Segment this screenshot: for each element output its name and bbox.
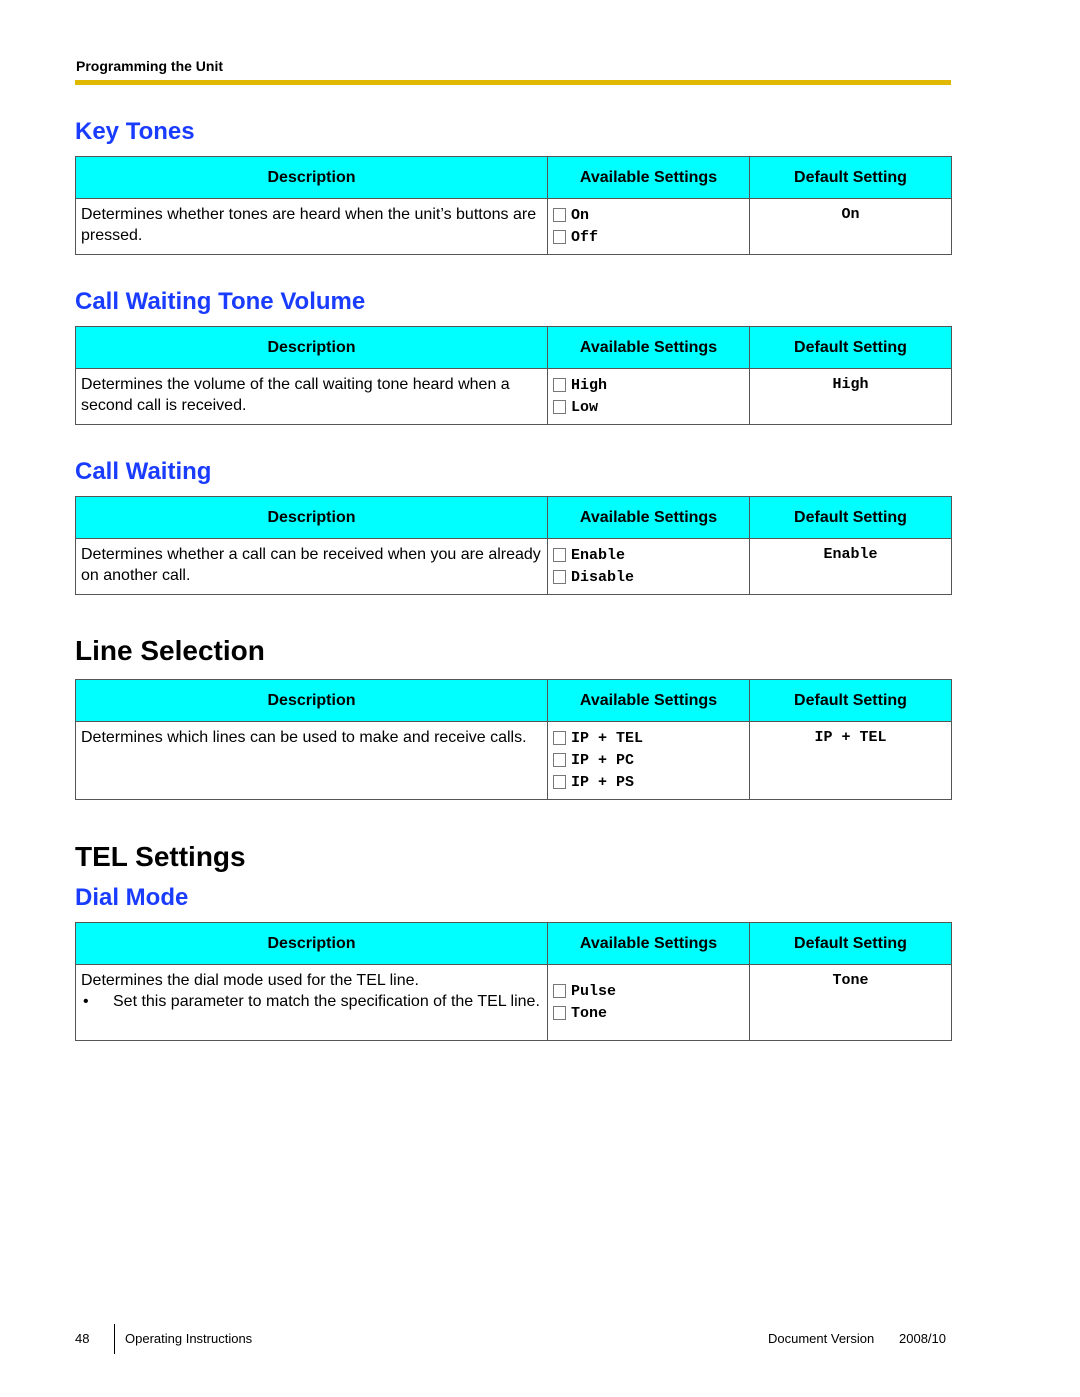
table-row: Determines the volume of the call waitin… [75,368,952,425]
table-header-row: Description Available Settings Default S… [75,679,952,722]
version-value: 2008/10 [899,1331,946,1346]
option-pulse: Pulse [553,980,744,1002]
default-setting-cell: High [749,368,952,425]
column-header-default: Default Setting [749,922,952,965]
header-rule [75,80,951,85]
dial-mode-table: Description Available Settings Default S… [75,922,952,1041]
running-header: Programming the Unit [76,58,224,74]
checkbox-icon [553,984,566,998]
section-heading-call-waiting-tone-volume: Call Waiting Tone Volume [75,288,366,315]
column-header-description: Description [75,326,548,369]
default-setting-cell: IP + TEL [749,721,952,800]
available-settings-cell: Enable Disable [547,538,750,595]
option-on: On [553,204,744,226]
default-setting-cell: Tone [749,964,952,1041]
column-header-default: Default Setting [749,679,952,722]
option-off: Off [553,226,744,248]
available-settings-cell: On Off [547,198,750,255]
available-settings-cell: Pulse Tone [547,964,750,1041]
option-low: Low [553,396,744,418]
checkbox-icon [553,208,566,222]
description-cell: Determines the volume of the call waitin… [75,368,548,425]
available-settings-cell: IP + TEL IP + PC IP + PS [547,721,750,800]
column-header-description: Description [75,496,548,539]
option-tone: Tone [553,1002,744,1024]
option-enable: Enable [553,544,744,566]
column-header-available: Available Settings [547,679,750,722]
option-ip-pc: IP + PC [553,749,744,771]
column-header-available: Available Settings [547,922,750,965]
table-header-row: Description Available Settings Default S… [75,156,952,199]
checkbox-icon [553,775,566,789]
table-row: Determines the dial mode used for the TE… [75,964,952,1041]
description-cell: Determines whether a call can be receive… [75,538,548,595]
column-header-available: Available Settings [547,496,750,539]
checkbox-icon [553,753,566,767]
bullet-text: Set this parameter to match the specific… [113,993,540,1010]
column-header-description: Description [75,922,548,965]
table-header-row: Description Available Settings Default S… [75,326,952,369]
option-disable: Disable [553,566,744,588]
checkbox-icon [553,1006,566,1020]
section-heading-call-waiting: Call Waiting [75,458,212,485]
available-settings-cell: High Low [547,368,750,425]
column-header-default: Default Setting [749,326,952,369]
bullet-icon: • [83,993,89,1010]
call-waiting-tone-volume-table: Description Available Settings Default S… [75,326,952,425]
table-header-row: Description Available Settings Default S… [75,922,952,965]
column-header-description: Description [75,156,548,199]
column-header-default: Default Setting [749,496,952,539]
option-ip-tel: IP + TEL [553,727,744,749]
table-row: Determines which lines can be used to ma… [75,721,952,800]
column-header-available: Available Settings [547,326,750,369]
default-setting-cell: Enable [749,538,952,595]
column-header-available: Available Settings [547,156,750,199]
checkbox-icon [553,400,566,414]
checkbox-icon [553,230,566,244]
section-heading-key-tones: Key Tones [75,118,195,145]
column-header-description: Description [75,679,548,722]
chapter-heading-tel-settings: TEL Settings [75,841,246,872]
section-heading-dial-mode: Dial Mode [75,884,189,911]
bullet-item: • Set this parameter to match the specif… [81,991,542,1012]
option-ip-ps: IP + PS [553,771,744,793]
default-setting-cell: On [749,198,952,255]
table-header-row: Description Available Settings Default S… [75,496,952,539]
footer-divider [114,1324,115,1354]
page-number: 48 [75,1331,90,1346]
key-tones-table: Description Available Settings Default S… [75,156,952,255]
description-cell: Determines the dial mode used for the TE… [75,964,548,1041]
description-cell: Determines whether tones are heard when … [75,198,548,255]
chapter-heading-line-selection: Line Selection [75,635,265,666]
checkbox-icon [553,548,566,562]
call-waiting-table: Description Available Settings Default S… [75,496,952,595]
description-cell: Determines which lines can be used to ma… [75,721,548,800]
checkbox-icon [553,378,566,392]
table-row: Determines whether a call can be receive… [75,538,952,595]
document-title: Operating Instructions [125,1331,253,1346]
checkbox-icon [553,570,566,584]
line-selection-table: Description Available Settings Default S… [75,679,952,800]
description-text: Determines the dial mode used for the TE… [81,972,419,989]
option-high: High [553,374,744,396]
version-label: Document Version [768,1331,875,1346]
checkbox-icon [553,731,566,745]
table-row: Determines whether tones are heard when … [75,198,952,255]
column-header-default: Default Setting [749,156,952,199]
